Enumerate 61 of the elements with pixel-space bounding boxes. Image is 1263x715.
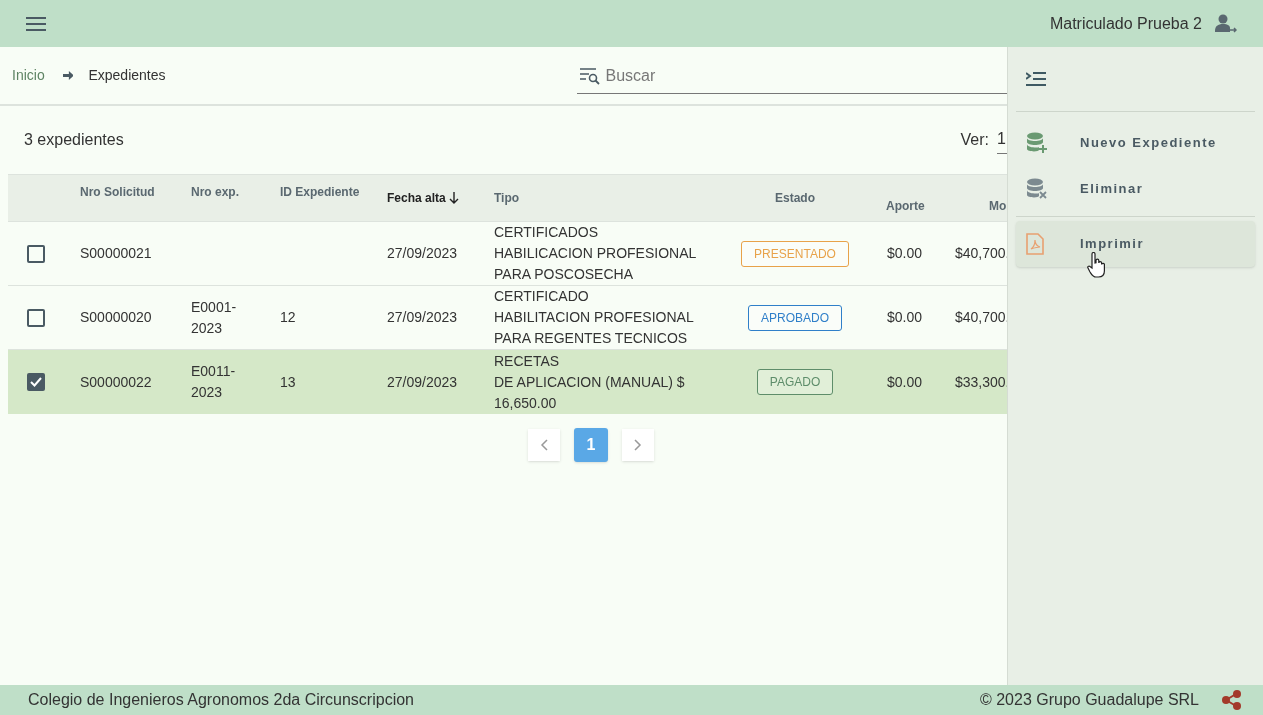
pdf-file-icon: [1026, 233, 1044, 255]
column-header[interactable]: Aporte: [886, 197, 925, 215]
breadcrumb-link[interactable]: Inicio: [12, 65, 45, 86]
table-cell-text: HABILICACION PROFESIONAL: [494, 244, 698, 263]
table-cell: 27/09/2023: [387, 373, 458, 390]
table-cell: S00000020: [80, 309, 152, 325]
checkbox[interactable]: [27, 373, 45, 391]
user-name: Matriculado Prueba 2: [1049, 13, 1202, 34]
table-cell-text: CERTIFICADOS: [494, 223, 599, 242]
column-header[interactable]: Mo: [989, 197, 1007, 215]
chevron-left-icon: [540, 439, 548, 451]
column-header[interactable]: Nro Solicitud: [80, 183, 155, 201]
table-cell: E0001-2023: [191, 298, 237, 336]
table-cell: 27/09/2023: [387, 309, 458, 325]
table-cell: S00000021: [80, 245, 152, 261]
panel-menu-item[interactable]: Eliminar: [1016, 166, 1255, 212]
user-logout-icon[interactable]: [1215, 13, 1237, 34]
hand-cursor-icon: [1087, 252, 1105, 278]
table-cell: 12: [280, 309, 296, 325]
column-header[interactable]: Fecha alta: [387, 189, 446, 207]
search-field[interactable]: Buscar: [605, 64, 1007, 88]
record-count: 3 expedientes: [24, 130, 124, 150]
page-button[interactable]: 1: [574, 428, 608, 462]
checkbox[interactable]: [27, 244, 45, 263]
checkbox[interactable]: [27, 308, 45, 327]
column-header[interactable]: Tipo: [494, 189, 520, 207]
arrow-right-icon: [62, 71, 74, 80]
table-cell-text: 16,650.00: [494, 393, 558, 413]
status-badge: APROBADO: [748, 304, 842, 331]
table-cell-text: DE APLICACION (MANUAL) $: [494, 372, 686, 392]
table-cell-text: CERTIFICADO: [494, 287, 590, 306]
status-badge: PAGADO: [756, 369, 834, 395]
collapse-panel-icon[interactable]: [1026, 72, 1046, 86]
table-cell: E0011-2023: [191, 363, 236, 400]
organization-name: Colegio de Ingenieros Agronomos 2da Circunscripcion: [28, 690, 414, 710]
table-cell: $0.00: [887, 309, 923, 325]
share-icon[interactable]: [1221, 690, 1243, 710]
table-cell-text: RECETAS: [494, 351, 561, 371]
search-filter-icon: [579, 67, 600, 85]
database-remove-icon: [1026, 178, 1048, 200]
table-cell-text: HABILITACION PROFESIONAL: [494, 308, 695, 327]
table-cell: S00000022: [80, 373, 152, 390]
page-size-label: Ver:: [960, 130, 989, 150]
panel-menu-item[interactable]: Imprimir: [1016, 221, 1255, 267]
sort-down-icon[interactable]: [448, 192, 459, 204]
chevron-right-icon: [634, 439, 642, 451]
column-header[interactable]: Nro exp.: [191, 183, 239, 201]
database-add-icon: [1026, 132, 1048, 154]
breadcrumb-current: Expedientes: [88, 66, 166, 85]
table-cell-text: PARA REGENTES TECNICOS: [494, 329, 689, 348]
status-badge: PRESENTADO: [741, 240, 849, 267]
panel-menu-item[interactable]: Nuevo Expediente: [1016, 120, 1255, 166]
column-header[interactable]: Estado: [775, 189, 815, 207]
menu-icon[interactable]: [26, 16, 46, 31]
table-cell: $0.00: [887, 245, 923, 261]
copyright-text: © 2023 Grupo Guadalupe SRL: [979, 690, 1199, 710]
table-cell: $0.00: [887, 373, 923, 390]
table-cell: 13: [280, 373, 296, 390]
column-header[interactable]: ID Expediente: [280, 183, 360, 201]
table-cell-text: PARA POSCOSECHA: [494, 265, 634, 284]
table-cell: 27/09/2023: [387, 245, 458, 261]
